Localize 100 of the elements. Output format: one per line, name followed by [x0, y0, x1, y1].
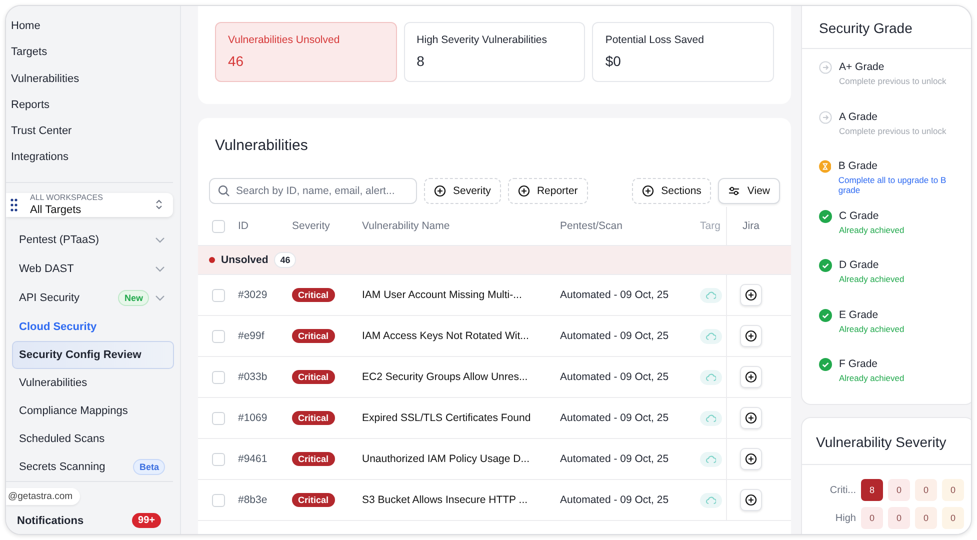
plus-circle-icon	[518, 185, 530, 197]
sidebar-item[interactable]: Pentest (PTaaS)	[12, 225, 174, 254]
card-title: Security Grade	[802, 6, 971, 49]
table-cell-text: Unauthorized IAM Policy Usage D...	[362, 453, 530, 465]
grade-name: A+ Grade	[839, 61, 886, 73]
grade-note: Already achieved	[839, 224, 904, 234]
sidebar-item[interactable]: Web DAST	[12, 254, 174, 283]
row-checkbox[interactable]	[212, 370, 224, 384]
add-jira-button[interactable]	[740, 489, 762, 511]
stat-value: 8	[416, 53, 426, 69]
column-header: Vulnerability Name	[362, 220, 451, 232]
grade-name: A Grade	[839, 110, 879, 122]
table-cell-text: Automated - 09 Oct, 25	[560, 371, 670, 383]
heatmap-cell: 0	[888, 507, 910, 529]
sidebar-item[interactable]: Secrets Scanning Beta	[12, 453, 174, 481]
sidebar-item[interactable]: Security Config Review	[12, 341, 174, 369]
nav-item[interactable]: Home	[11, 16, 173, 42]
grade-name: B Grade	[838, 160, 878, 172]
card-title: Vulnerability Severity	[802, 418, 971, 465]
plus-circle-icon	[434, 185, 446, 197]
filter-button[interactable]: Reporter	[508, 178, 588, 204]
heatmap-cell: 0	[942, 479, 964, 501]
item-badge: Beta	[133, 459, 165, 475]
add-jira-button[interactable]	[740, 284, 762, 306]
table-cell-text: Automated - 09 Oct, 25	[560, 453, 670, 465]
filter-button[interactable]: Severity	[424, 178, 501, 204]
plus-circle-icon	[642, 185, 654, 197]
add-jira-button[interactable]	[740, 325, 762, 347]
cloud-icon	[706, 414, 716, 422]
sidebar-item[interactable]: Cloud Security	[12, 312, 174, 341]
grade-note: Complete all to upgrade to B grade	[838, 175, 948, 195]
stat-value: $0	[605, 53, 622, 69]
nav-item[interactable]: Targets	[11, 42, 173, 69]
add-jira-button[interactable]	[740, 407, 762, 429]
cloud-icon	[706, 372, 716, 382]
nav-item[interactable]: Integrations	[11, 147, 173, 174]
plus-circle-icon	[745, 412, 757, 424]
table-cell-text: IAM Access Keys Not Rotated Wit...	[362, 330, 530, 342]
severity-label: Criti...	[828, 484, 856, 496]
grid-dots-icon	[10, 198, 18, 212]
nav-item[interactable]: Trust Center	[11, 121, 173, 148]
account-email: @getastra.com	[6, 488, 80, 505]
severity-badge: Critical	[292, 370, 335, 384]
search-field[interactable]: Search by ID, name, email, alert...	[209, 178, 417, 204]
column-header: Pentest/Scan	[560, 220, 624, 232]
plus-circle-icon	[745, 453, 757, 465]
table-cell-text: Automated - 09 Oct, 25	[560, 412, 670, 424]
cloud-icon	[706, 496, 716, 504]
table-cell-text: #e99f	[238, 330, 266, 342]
table-cell-text: Automated - 09 Oct, 25	[560, 494, 670, 506]
table-cell-text: #8b3e	[238, 494, 268, 506]
table-cell-text: EC2 Security Groups Allow Unres...	[362, 371, 529, 383]
grade-note: Already achieved	[839, 373, 904, 383]
table-cell-text: #3029	[238, 289, 268, 301]
workspace-selector[interactable]: ALL WORKSPACES All Targets	[6, 192, 173, 217]
status-dot	[209, 257, 215, 263]
grade-note: Already achieved	[839, 324, 904, 334]
group-label: Unsolved	[221, 254, 268, 266]
view-button[interactable]: View	[718, 178, 780, 204]
row-checkbox[interactable]	[212, 452, 224, 466]
add-jira-button[interactable]	[740, 366, 762, 388]
sliders-icon	[728, 186, 740, 196]
heatmap-cell: 0	[861, 507, 883, 529]
chevron-down-icon	[155, 266, 165, 272]
stat-label: Vulnerabilities Unsolved	[228, 34, 341, 46]
grade-name: D Grade	[839, 259, 880, 271]
severity-label: High	[834, 512, 856, 524]
table-cell-text: S3 Bucket Allows Insecure HTTP ...	[362, 494, 529, 506]
plus-circle-icon	[745, 330, 757, 342]
chevron-down-icon	[155, 294, 165, 300]
nav-item[interactable]: Vulnerabilities	[11, 68, 173, 95]
row-checkbox[interactable]	[212, 330, 224, 342]
sidebar-item[interactable]: Scheduled Scans	[12, 425, 174, 453]
table-cell-text: Automated - 09 Oct, 25	[560, 289, 670, 301]
nav-item[interactable]: Reports	[11, 94, 173, 122]
row-checkbox[interactable]	[212, 288, 224, 302]
workspace-caption: ALL WORKSPACES	[30, 193, 104, 202]
plus-circle-icon	[745, 289, 757, 301]
heatmap-cell: 0	[888, 479, 910, 501]
sections-button[interactable]: Sections	[632, 178, 712, 204]
sidebar-item[interactable]: Compliance Mappings	[12, 397, 174, 425]
row-checkbox[interactable]	[212, 494, 224, 506]
notifications-item[interactable]: Notifications 99+	[6, 513, 173, 528]
grade-note: Complete previous to unlock	[839, 126, 946, 136]
heatmap-cell: 0	[915, 479, 937, 501]
sidebar-item[interactable]: API Security New	[12, 283, 174, 312]
select-all-checkbox[interactable]	[212, 220, 224, 232]
sidebar-item[interactable]: Vulnerabilities	[12, 369, 174, 397]
severity-badge: Critical	[292, 329, 335, 343]
stat-label: Potential Loss Saved	[605, 34, 705, 46]
add-jira-button[interactable]	[740, 448, 762, 470]
cloud-icon	[706, 290, 716, 300]
severity-badge: Critical	[292, 452, 335, 466]
table-cell-text: #033b	[238, 371, 268, 383]
row-checkbox[interactable]	[212, 412, 224, 424]
chevron-down-icon	[155, 236, 165, 242]
plus-circle-icon	[745, 371, 757, 383]
notification-count: 99+	[132, 513, 161, 528]
column-header: Severity	[292, 220, 331, 232]
cloud-icon	[706, 332, 716, 340]
